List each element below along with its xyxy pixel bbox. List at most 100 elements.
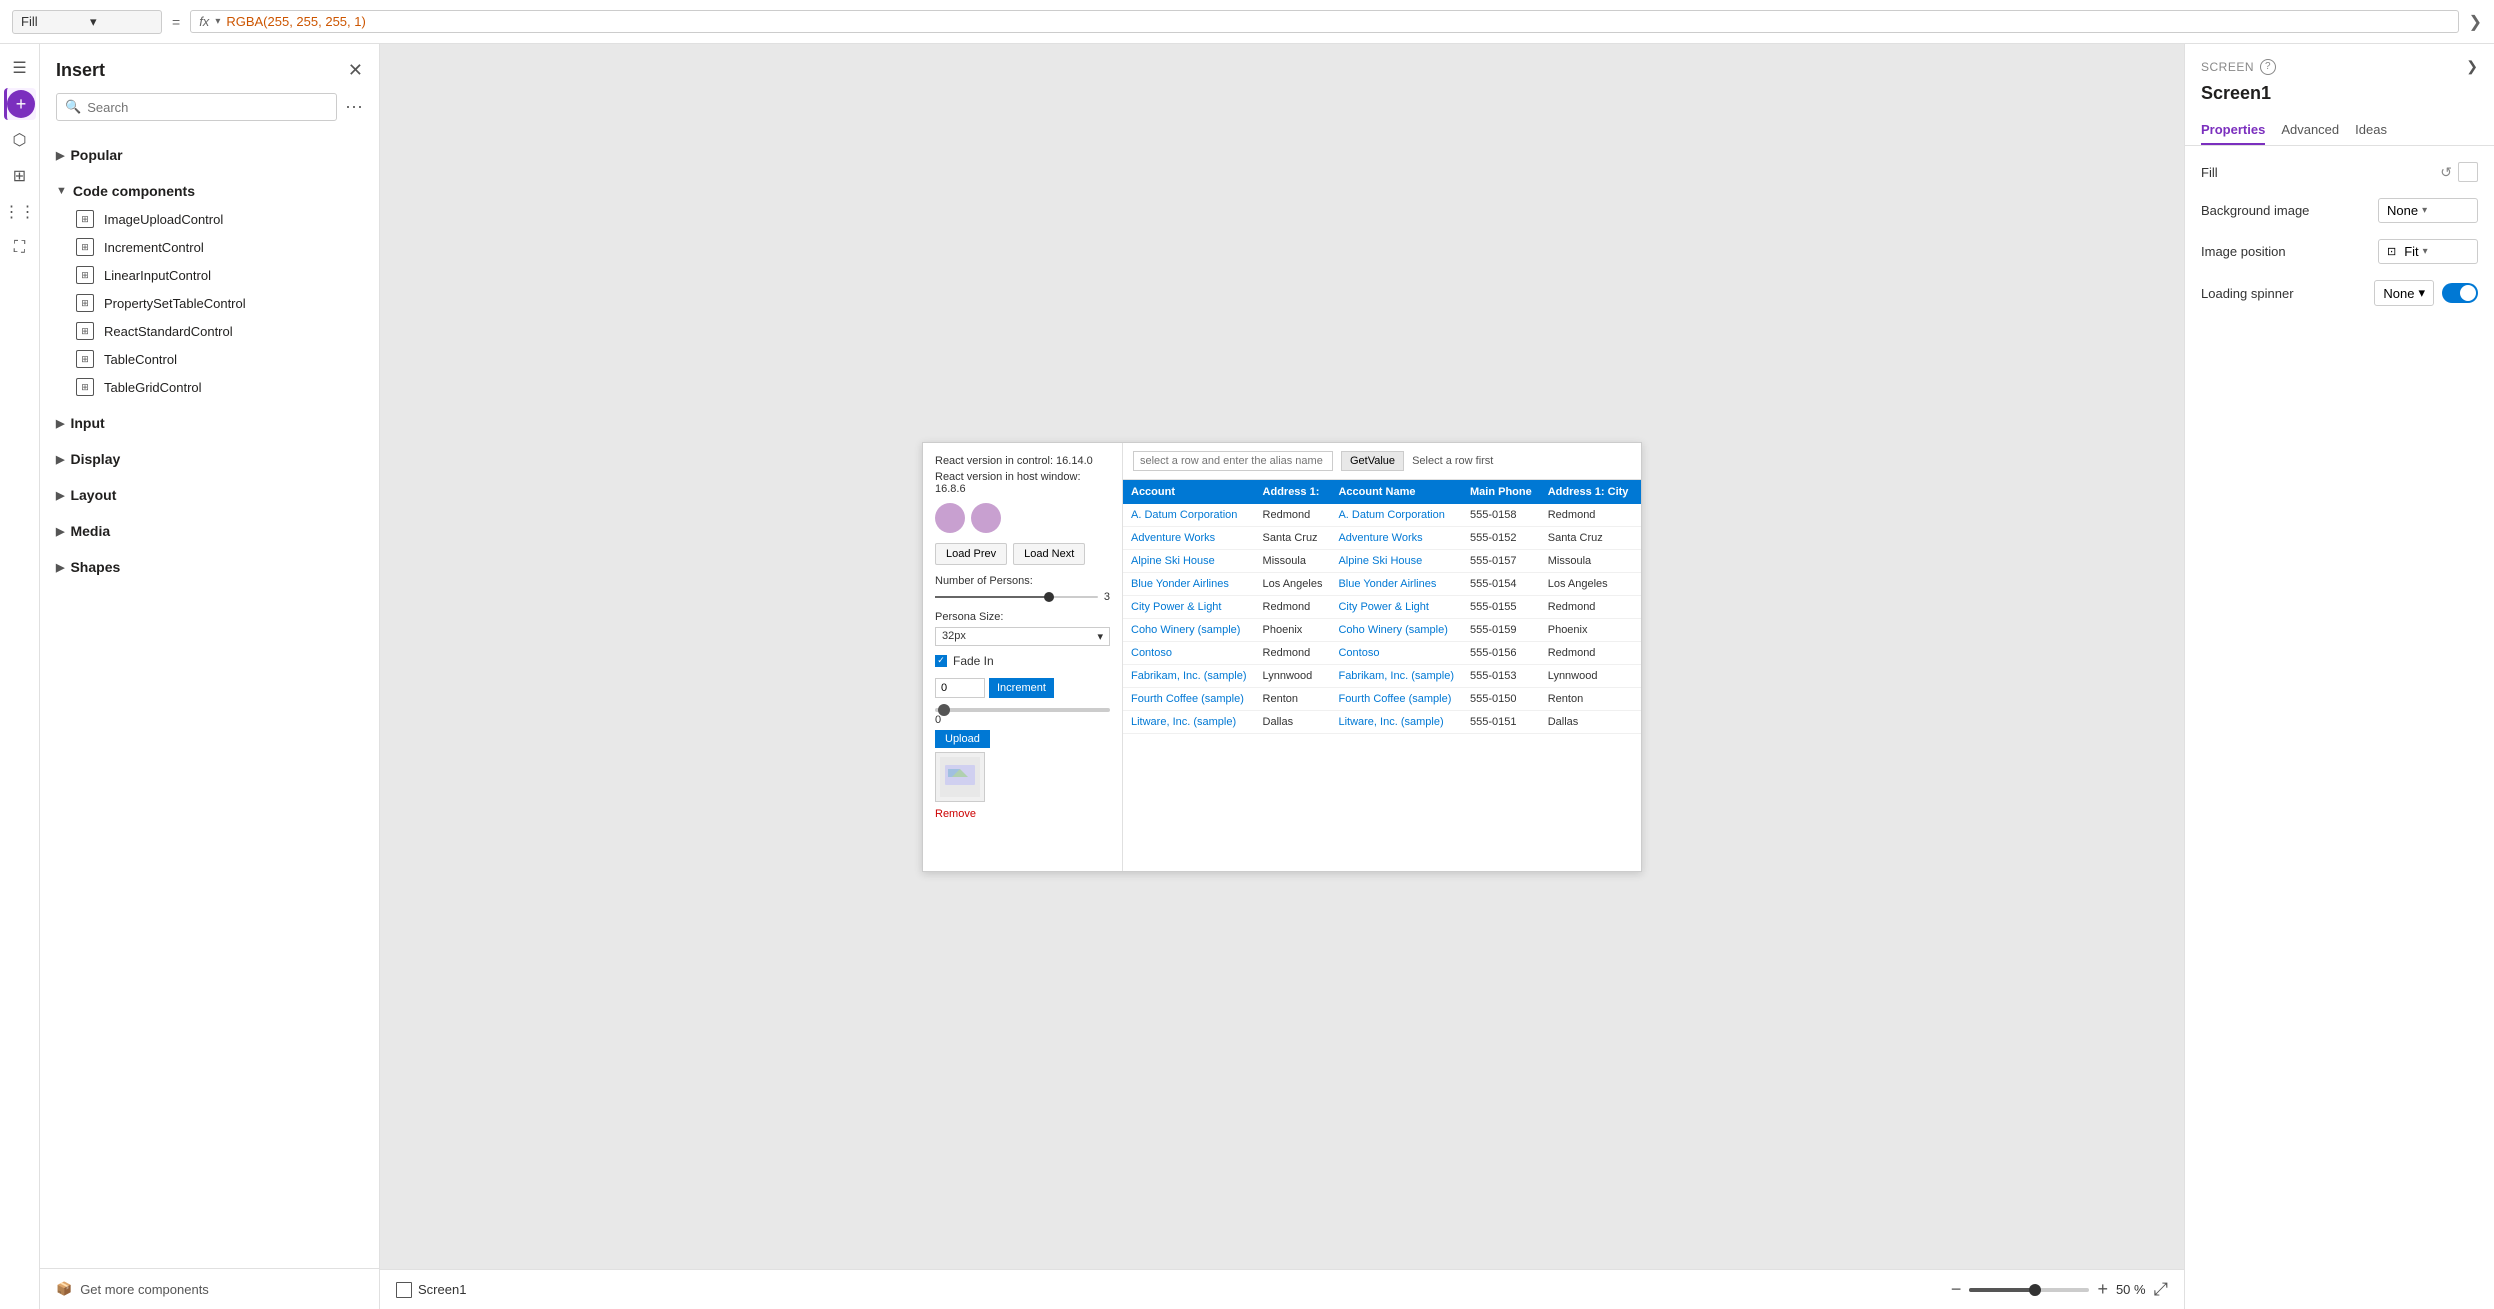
fx-label: fx <box>199 14 209 29</box>
loading-spinner-dropdown[interactable]: None ▾ <box>2374 280 2434 306</box>
table-row[interactable]: Blue Yonder Airlines Los Angeles Blue Yo… <box>1123 572 1641 595</box>
preview-left: React version in control: 16.14.0 React … <box>923 443 1123 871</box>
table-row[interactable]: Coho Winery (sample) Phoenix Coho Winery… <box>1123 618 1641 641</box>
sidebar-icon-active[interactable]: + <box>4 88 36 120</box>
section-header-popular[interactable]: ▶ Popular <box>56 141 363 169</box>
cell-phone: 555-0159 <box>1462 618 1540 641</box>
cell-city: Lynnwood <box>1540 664 1637 687</box>
search-input[interactable] <box>87 100 328 115</box>
cell-address: Redmond <box>1255 504 1331 527</box>
cell-account: City Power & Light <box>1123 595 1255 618</box>
cell-primary <box>1636 664 1641 687</box>
component-linear-input[interactable]: ⊞ LinearInputControl <box>72 261 363 289</box>
section-header-media[interactable]: ▶ Media <box>56 517 363 545</box>
help-icon[interactable]: ? <box>2260 59 2276 75</box>
insert-close-button[interactable]: ✕ <box>348 60 363 81</box>
upload-button[interactable]: Upload <box>935 730 990 748</box>
tab-properties[interactable]: Properties <box>2201 116 2265 145</box>
table-row[interactable]: City Power & Light Redmond City Power & … <box>1123 595 1641 618</box>
component-increment[interactable]: ⊞ IncrementControl <box>72 233 363 261</box>
table-header: Account Address 1: Account Name Main Pho… <box>1123 480 1641 504</box>
component-react-standard[interactable]: ⊞ ReactStandardControl <box>72 317 363 345</box>
section-header-layout[interactable]: ▶ Layout <box>56 481 363 509</box>
section-label-shapes: Shapes <box>70 559 120 575</box>
expand-button[interactable]: ⤢ <box>2154 1279 2168 1300</box>
component-icon: ⊞ <box>76 210 94 228</box>
section-header-input[interactable]: ▶ Input <box>56 409 363 437</box>
sidebar-icon-data[interactable]: ⋮⋮ <box>4 196 36 228</box>
load-prev-button[interactable]: Load Prev <box>935 543 1007 565</box>
fill-row: Fill ↺ <box>2201 162 2478 182</box>
tab-advanced[interactable]: Advanced <box>2281 116 2339 145</box>
chevron-right-icon: ▶ <box>56 525 64 538</box>
get-value-button[interactable]: GetValue <box>1341 451 1404 471</box>
cell-account-name: A. Datum Corporation <box>1330 504 1462 527</box>
cell-account: Adventure Works <box>1123 526 1255 549</box>
loading-toggle[interactable] <box>2442 283 2478 303</box>
table-row[interactable]: Contoso Redmond Contoso 555-0156 Redmond <box>1123 641 1641 664</box>
zoom-slider[interactable] <box>1969 1288 2089 1292</box>
fill-dropdown[interactable]: Fill ▾ <box>12 10 162 34</box>
tab-ideas[interactable]: Ideas <box>2355 116 2387 145</box>
zoom-minus-button[interactable]: − <box>1951 1279 1962 1300</box>
cell-primary <box>1636 687 1641 710</box>
persona-size-dropdown[interactable]: 32px ▾ <box>935 627 1110 646</box>
load-next-button[interactable]: Load Next <box>1013 543 1085 565</box>
zoom-slider-thumb[interactable] <box>2029 1284 2041 1296</box>
fill-swatch[interactable] <box>2458 162 2478 182</box>
component-property-set[interactable]: ⊞ PropertySetTableControl <box>72 289 363 317</box>
background-image-dropdown[interactable]: None ▾ <box>2378 198 2478 223</box>
linear-track[interactable] <box>935 708 1110 712</box>
cell-city: Redmond <box>1540 504 1637 527</box>
slider-thumb[interactable] <box>1044 592 1054 602</box>
component-image-upload[interactable]: ⊞ ImageUploadControl <box>72 205 363 233</box>
cell-phone: 555-0156 <box>1462 641 1540 664</box>
component-label-react-standard: ReactStandardControl <box>104 324 233 339</box>
cell-primary <box>1636 572 1641 595</box>
loading-spinner-row: Loading spinner None ▾ <box>2201 280 2478 306</box>
component-table[interactable]: ⊞ TableControl <box>72 345 363 373</box>
table-row[interactable]: Fabrikam, Inc. (sample) Lynnwood Fabrika… <box>1123 664 1641 687</box>
table-container[interactable]: Account Address 1: Account Name Main Pho… <box>1123 480 1641 871</box>
image-position-dropdown[interactable]: ⊡ Fit ▾ <box>2378 239 2478 264</box>
sidebar-icon-settings[interactable]: ⛶ <box>4 232 36 264</box>
sidebar-icon-grid[interactable]: ⊞ <box>4 160 36 192</box>
image-position-row: Image position ⊡ Fit ▾ <box>2201 239 2478 264</box>
table-body: A. Datum Corporation Redmond A. Datum Co… <box>1123 504 1641 734</box>
chevron-right-icon: ▶ <box>56 489 64 502</box>
section-header-shapes[interactable]: ▶ Shapes <box>56 553 363 581</box>
increment-input[interactable] <box>935 678 985 698</box>
sidebar-icon-add[interactable]: + <box>7 90 35 118</box>
linear-thumb[interactable] <box>938 704 950 716</box>
panel-chevron-right[interactable]: ❯ <box>2466 58 2478 75</box>
slider-fill <box>935 596 1049 598</box>
alias-input[interactable] <box>1133 451 1333 471</box>
cell-address: Renton <box>1255 687 1331 710</box>
increment-button[interactable]: Increment <box>989 678 1054 698</box>
zoom-plus-button[interactable]: + <box>2097 1279 2108 1300</box>
component-table-grid[interactable]: ⊞ TableGridControl <box>72 373 363 401</box>
formula-icon[interactable]: ↺ <box>2440 164 2452 181</box>
select-row-label: Select a row first <box>1412 455 1493 467</box>
section-header-display[interactable]: ▶ Display <box>56 445 363 473</box>
top-bar-end-icon[interactable]: ❯ <box>2469 12 2482 32</box>
screen-label-row: SCREEN ? <box>2201 59 2276 75</box>
more-options-icon[interactable]: ⋯ <box>345 97 363 118</box>
formula-bar[interactable]: fx ▾ RGBA(255, 255, 255, 1) <box>190 10 2458 33</box>
cell-address: Los Angeles <box>1255 572 1331 595</box>
sidebar-icon-layers[interactable]: ⬡ <box>4 124 36 156</box>
section-header-code[interactable]: ▼ Code components <box>56 177 363 205</box>
persona-size-label: Persona Size: <box>935 611 1110 623</box>
sidebar-icon-menu[interactable]: ☰ <box>4 52 36 84</box>
get-more-footer[interactable]: 📦 Get more components <box>40 1268 379 1309</box>
cell-phone: 555-0158 <box>1462 504 1540 527</box>
fade-in-checkbox[interactable]: ✓ <box>935 655 947 667</box>
table-row[interactable]: Fourth Coffee (sample) Renton Fourth Cof… <box>1123 687 1641 710</box>
search-box[interactable]: 🔍 <box>56 93 337 121</box>
table-row[interactable]: Adventure Works Santa Cruz Adventure Wor… <box>1123 526 1641 549</box>
table-row[interactable]: Alpine Ski House Missoula Alpine Ski Hou… <box>1123 549 1641 572</box>
table-row[interactable]: A. Datum Corporation Redmond A. Datum Co… <box>1123 504 1641 527</box>
remove-button[interactable]: Remove <box>935 808 976 820</box>
slider-track[interactable] <box>935 596 1098 598</box>
table-row[interactable]: Litware, Inc. (sample) Dallas Litware, I… <box>1123 710 1641 733</box>
